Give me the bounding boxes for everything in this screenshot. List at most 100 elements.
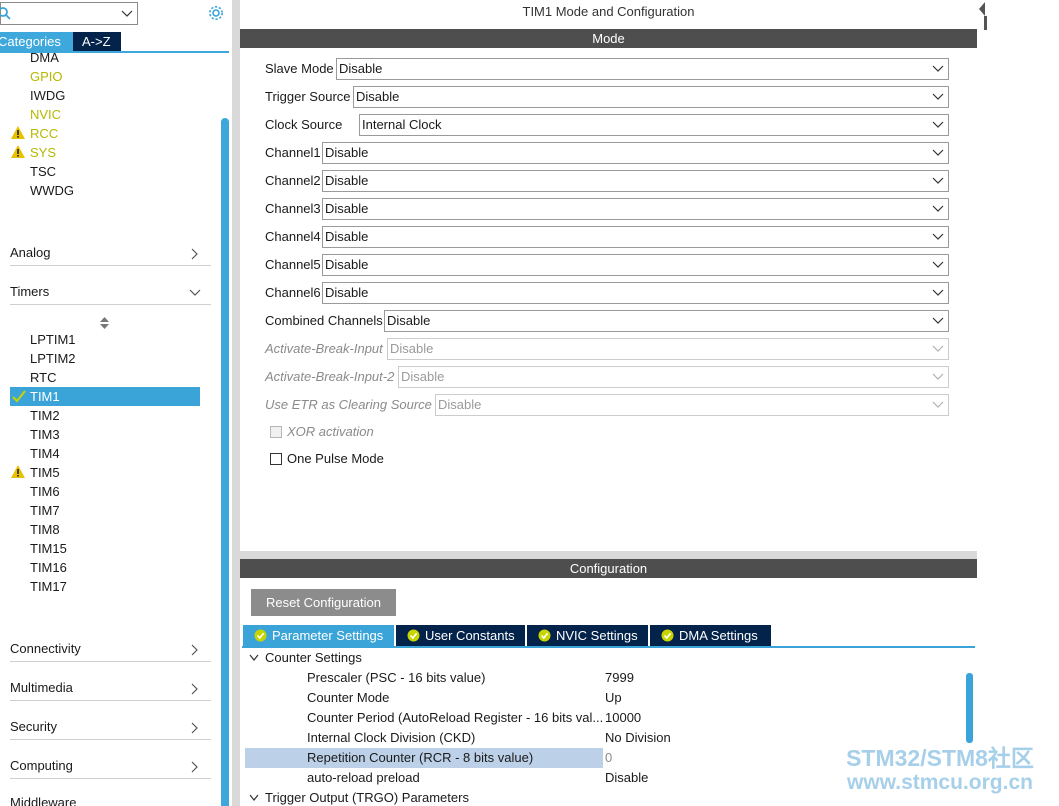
tree-item-dma[interactable]: DMA [30,48,59,67]
tree-item-wwdg[interactable]: WWDG [30,181,74,200]
clock-source-label: Clock Source [265,117,343,132]
tree-item-tim3[interactable]: TIM3 [30,425,60,444]
tree-item-label: TIM1 [30,389,60,404]
tab-label: Parameter Settings [272,628,384,643]
tab-dma-settings[interactable]: DMA Settings [650,625,771,646]
category-multimedia[interactable]: Multimedia [10,675,211,701]
tree-item-iwdg[interactable]: IWDG [30,86,65,105]
tree-item-tim17[interactable]: TIM17 [30,577,67,596]
channel5-label: Channel5 [265,257,321,272]
category-security[interactable]: Security [10,714,211,740]
channel1-value: Disable [325,145,369,160]
channel3-select[interactable]: Disable [322,198,949,220]
tree-item-tim6[interactable]: TIM6 [30,482,60,501]
activate-break-input-2-label: Activate-Break-Input-2 [265,369,395,384]
category-computing[interactable]: Computing [10,753,211,779]
param-row-counter-mode[interactable]: Counter Mode Up [245,688,965,708]
panel-splitter[interactable] [232,0,240,806]
reset-configuration-button[interactable]: Reset Configuration [251,589,396,616]
param-row-prescaler[interactable]: Prescaler (PSC - 16 bits value) 7999 [245,668,965,688]
warning-icon [11,145,25,158]
clock-source-select[interactable]: Internal Clock [359,114,949,136]
warning-icon [11,465,25,478]
checkbox-box[interactable] [270,453,282,465]
tree-item-tim4[interactable]: TIM4 [30,444,60,463]
tree-item-tim16[interactable]: TIM16 [30,558,67,577]
activate-break-input-select: Disable [387,338,949,360]
category-connectivity[interactable]: Connectivity [10,636,211,662]
category-label: Security [10,719,57,734]
tree-item-sys[interactable]: SYS [11,143,56,162]
slave-mode-value: Disable [339,61,383,76]
tree-item-tim15[interactable]: TIM15 [30,539,67,558]
tree-item-label: TIM8 [30,522,60,537]
parameters-scrollbar[interactable] [966,673,973,743]
tree-item-tim1[interactable]: TIM1 [10,387,200,406]
mode-section-header: Mode [240,29,977,48]
tree-item-rtc[interactable]: RTC [30,368,56,387]
tree-item-label: LPTIM2 [30,351,76,366]
channel5-value: Disable [325,257,369,272]
tree-item-tsc[interactable]: TSC [30,162,56,181]
panel-splitter[interactable] [240,551,977,559]
category-label: Connectivity [10,641,81,656]
chevron-down-icon[interactable] [121,7,133,19]
channel6-select[interactable]: Disable [322,282,949,304]
tab-parameter-settings[interactable]: Parameter Settings [243,625,394,646]
tree-item-tim2[interactable]: TIM2 [30,406,60,425]
chevron-right-icon [191,761,198,773]
param-name: Counter Period (AutoReload Register - 16… [307,710,604,725]
channel2-label: Channel2 [265,173,321,188]
param-row-counter-period[interactable]: Counter Period (AutoReload Register - 16… [245,708,965,728]
tree-item-label: TIM4 [30,446,60,461]
param-value[interactable]: Up [605,688,622,708]
category-label: Analog [10,245,51,260]
check-circle-icon [538,629,551,642]
activate-break-input-value: Disable [390,341,434,356]
channel5-select[interactable]: Disable [322,254,949,276]
chevron-down-icon [932,401,944,408]
tab-label: DMA Settings [679,628,758,643]
param-name: Repetition Counter (RCR - 8 bits value) [307,750,534,765]
tree-item-lptim2[interactable]: LPTIM2 [30,349,76,368]
tree-item-gpio[interactable]: GPIO [30,67,63,86]
search-combobox[interactable] [0,2,138,25]
trigger-source-select[interactable]: Disable [353,86,949,108]
channel1-label: Channel1 [265,145,321,160]
tree-item-tim5[interactable]: TIM5 [11,463,60,482]
sort-icon[interactable] [100,317,109,329]
combined-channels-select[interactable]: Disable [384,310,949,332]
collapse-arrow-icon[interactable] [977,0,987,30]
mode-panel: TIM1 Mode and Configuration Mode Slave M… [240,0,977,551]
channel6-label: Channel6 [265,285,321,300]
tree-item-tim7[interactable]: TIM7 [30,501,60,520]
tree-item-lptim1[interactable]: LPTIM1 [30,330,76,349]
chevron-down-icon [932,93,944,100]
gear-icon[interactable] [207,4,225,22]
tree-item-rcc[interactable]: RCC [11,124,58,143]
group-label: Counter Settings [265,650,362,665]
category-analog[interactable]: Analog [10,240,211,266]
chevron-down-icon [189,289,201,296]
trigger-source-value: Disable [356,89,400,104]
tab-user-constants[interactable]: User Constants [396,625,525,646]
param-value[interactable]: 10000 [605,708,641,728]
category-middleware[interactable]: Middleware [10,790,211,806]
slave-mode-select[interactable]: Disable [336,58,949,80]
channel2-select[interactable]: Disable [322,170,949,192]
param-value[interactable]: No Division [605,728,671,748]
tab-a-to-z[interactable]: A->Z [73,32,121,51]
tree-item-label: TIM3 [30,427,60,442]
sidebar-scrollbar[interactable] [221,118,229,806]
activate-break-input-2-select: Disable [398,366,949,388]
param-value[interactable]: Disable [605,768,648,788]
tab-nvic-settings[interactable]: NVIC Settings [527,625,648,646]
category-timers[interactable]: Timers [10,279,211,305]
channel4-select[interactable]: Disable [322,226,949,248]
tree-item-nvic[interactable]: NVIC [30,105,61,124]
channel1-select[interactable]: Disable [322,142,949,164]
channel4-label: Channel4 [265,229,321,244]
tree-item-label: TIM16 [30,560,67,575]
tree-item-tim8[interactable]: TIM8 [30,520,60,539]
param-value[interactable]: 7999 [605,668,634,688]
